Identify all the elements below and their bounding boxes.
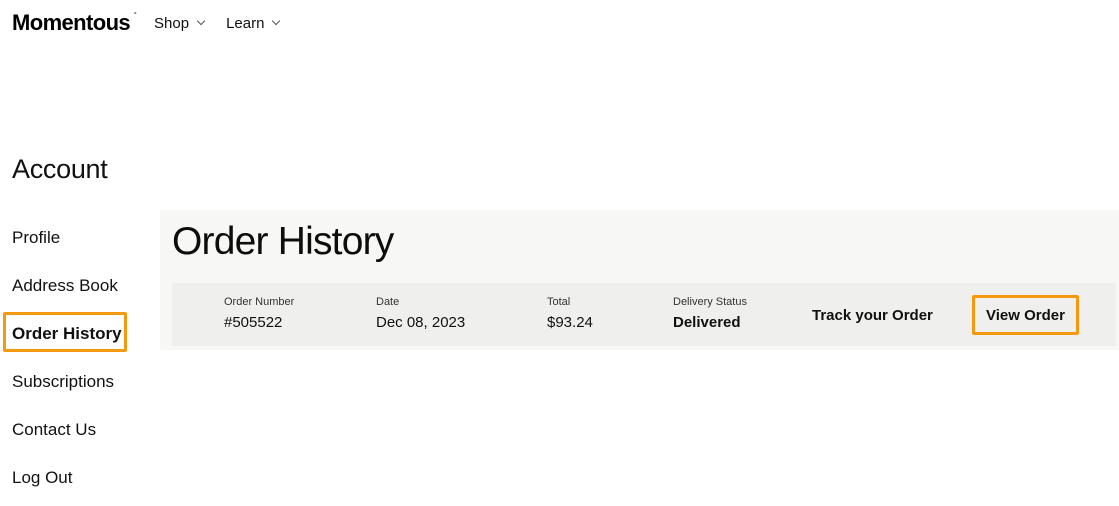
sidebar-item-profile[interactable]: Profile (12, 228, 60, 248)
nav-item-learn[interactable]: Learn (226, 14, 281, 32)
nav-item-shop[interactable]: Shop (154, 14, 206, 32)
brand-logo-text: Momentous (12, 10, 131, 35)
order-date-value: Dec 08, 2023 (376, 314, 466, 331)
order-date-cell: Date Dec 08, 2023 (376, 296, 465, 331)
sidebar-item-contact-us[interactable]: Contact Us (12, 420, 96, 440)
order-history-panel: Order History Order Number #505522 Date … (160, 210, 1119, 350)
delivery-status-cell: Delivery Status Delivered (673, 296, 747, 331)
brand-logo[interactable]: Momentous ° (12, 10, 137, 36)
delivery-status-label: Delivery Status (673, 296, 747, 308)
order-total-label: Total (547, 296, 571, 308)
delivery-status-value: Delivered (673, 314, 741, 331)
account-page: Momentous ° Shop Learn Account Profile Ad… (0, 0, 1119, 506)
order-date-label: Date (376, 296, 400, 308)
order-total-cell: Total $93.24 (547, 296, 593, 331)
order-row: Order Number #505522 Date Dec 08, 2023 T… (172, 283, 1116, 346)
sidebar-item-address-book[interactable]: Address Book (12, 276, 118, 296)
order-total-value: $93.24 (547, 314, 593, 331)
nav-item-label: Learn (226, 14, 265, 32)
sidebar-item-log-out[interactable]: Log Out (12, 468, 73, 488)
order-number-label: Order Number (224, 296, 295, 308)
brand-logo-mark: ° (133, 12, 137, 19)
track-order-link[interactable]: Track your Order (812, 307, 933, 324)
order-number-cell: Order Number #505522 (224, 296, 294, 331)
site-header: Momentous ° Shop Learn (12, 8, 301, 38)
main-nav: Shop Learn (154, 15, 301, 32)
sidebar-item-subscriptions[interactable]: Subscriptions (12, 372, 114, 392)
order-number-value: #505522 (224, 314, 283, 331)
active-item-highlight (3, 312, 127, 352)
nav-item-label: Shop (154, 14, 190, 32)
view-order-button[interactable]: View Order (972, 295, 1079, 335)
page-title: Order History (172, 220, 394, 263)
account-title: Account (12, 154, 108, 184)
chevron-down-icon (272, 16, 281, 26)
chevron-down-icon (196, 16, 206, 26)
